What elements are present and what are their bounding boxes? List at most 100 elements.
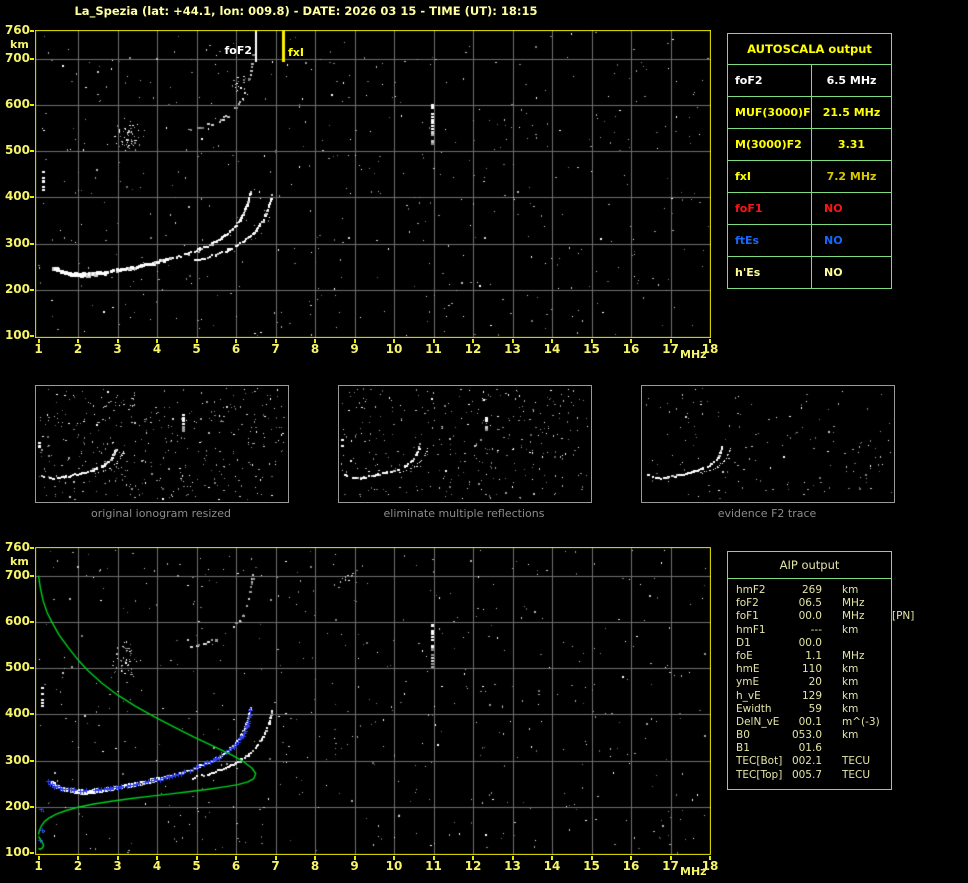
aip-row-extra: [872, 716, 892, 729]
y-axis-tick-label: 500: [4, 660, 30, 675]
aip-row-unit: km: [842, 663, 859, 676]
thumbnail-caption: original ionogram resized: [91, 507, 231, 520]
y-axis-tick-label: 500: [4, 143, 30, 158]
x-axis-tick-label: 4: [152, 342, 162, 356]
axis-tick: [235, 339, 237, 343]
aip-row-label: h_vE: [736, 689, 761, 702]
x-axis-tick-label: 8: [310, 859, 320, 873]
x-axis-tick-label: 14: [543, 342, 561, 356]
axis-tick: [77, 856, 79, 860]
axis-tick: [433, 339, 435, 343]
fof2-annotation-label: foF2: [224, 44, 252, 57]
axis-tick: [77, 339, 79, 343]
axis-tick: [354, 339, 356, 343]
y-axis-tick-label: 100: [4, 845, 30, 859]
autoscala-table-row: M(3000)F2 3.31: [728, 129, 891, 161]
x-axis-tick-label: 11: [425, 859, 442, 873]
y-axis-tick-label: 100: [4, 328, 30, 342]
axis-tick: [30, 103, 34, 106]
y-axis-tick-label: 760: [4, 23, 30, 37]
aip-row-value: 005.7: [791, 768, 822, 781]
autoscala-row-value: NO: [824, 202, 843, 215]
x-axis-tick-label: 7: [271, 859, 280, 873]
axis-tick: [354, 856, 356, 860]
aip-row-label: TEC[Bot]: [736, 755, 783, 768]
axis-tick: [30, 196, 34, 199]
aip-row-label: Ewidth: [736, 702, 772, 715]
axis-tick: [38, 339, 40, 343]
x-axis-unit-label: MHz: [680, 348, 707, 361]
fxi-annotation-label: fxI: [288, 46, 304, 59]
axis-tick: [670, 856, 672, 860]
aip-row-label: foF1: [736, 610, 759, 623]
aip-row-unit: MHz: [842, 649, 865, 662]
y-axis-tick-label: 300: [4, 235, 30, 250]
x-axis-tick-label: 6: [231, 859, 241, 873]
autoscala-table-row: MUF(3000)F2 21.5 MHz: [728, 97, 891, 129]
thumbnail-evidence-f2: [641, 385, 895, 503]
autoscala-row-value: NO: [824, 234, 843, 247]
aip-table-row: h_vE 129 km: [736, 690, 891, 703]
axis-tick: [591, 856, 593, 860]
aip-row-value: 00.0: [798, 610, 822, 623]
y-axis-tick-label: 400: [4, 189, 30, 204]
y-axis-tick-label: 700: [4, 567, 30, 582]
axis-tick: [117, 339, 119, 343]
axis-tick: [591, 339, 593, 343]
autoscala-row-label: fxI: [728, 161, 812, 192]
axis-tick: [709, 339, 711, 343]
y-axis-tick-label: 600: [4, 96, 30, 111]
aip-row-extra: [PN]: [892, 610, 915, 623]
autoscala-row-value: 7.2 MHz: [826, 170, 877, 183]
x-axis-tick-label: 3: [113, 859, 122, 873]
aip-row-label: B0: [736, 729, 750, 742]
x-axis-tick-label: 7: [271, 342, 280, 356]
aip-table-row: foF2 06.5 MHz: [736, 597, 891, 610]
axis-tick: [551, 339, 553, 343]
axis-tick: [630, 339, 632, 343]
autoscala-table-row: foF2 6.5 MHz: [728, 65, 891, 97]
aip-table-row: B1 01.6: [736, 742, 891, 755]
autoscala-row-label: foF2: [728, 65, 812, 96]
aip-row-label: DelN_vE: [736, 715, 780, 728]
aip-row-unit: km: [842, 729, 859, 742]
aip-row-extra: [872, 663, 892, 676]
aip-row-unit: MHz: [842, 597, 865, 610]
autoscala-row-label: foF1: [728, 193, 812, 224]
axis-tick: [512, 856, 514, 860]
aip-row-extra: [872, 690, 892, 703]
aip-row-value: 59: [808, 702, 822, 715]
aip-row-extra: [872, 650, 892, 663]
x-axis-tick-label: 11: [425, 342, 442, 356]
aip-table-row: ymE 20 km: [736, 676, 891, 689]
axis-tick: [30, 242, 34, 245]
x-axis-tick-label: 1: [34, 342, 43, 356]
autoscala-row-label: h'Es: [728, 257, 812, 288]
axis-tick: [30, 574, 34, 577]
axis-tick: [314, 856, 316, 860]
aip-row-value: 110: [801, 663, 822, 676]
aip-row-extra: [872, 584, 892, 597]
autoscala-row-label: ftEs: [728, 225, 812, 256]
aip-row-extra: [872, 624, 892, 637]
aip-row-unit: km: [842, 584, 859, 596]
aip-row-value: 002.1: [791, 755, 822, 768]
aip-row-extra: [872, 742, 892, 755]
axis-tick: [30, 547, 34, 549]
autoscala-row-value: NO: [824, 266, 843, 279]
aip-row-extra: [872, 729, 892, 742]
y-axis-unit-label: km: [10, 555, 29, 568]
autoscala-table-row: h'Es NO: [728, 257, 891, 288]
aip-row-value: 20: [808, 676, 822, 689]
aip-row-label: D1: [736, 636, 751, 649]
aip-row-unit: m^(-3): [842, 715, 880, 728]
aip-row-value: 01.6: [798, 742, 822, 755]
aip-table-row: DelN_vE 00.1 m^(-3): [736, 716, 891, 729]
autoscala-row-label: MUF(3000)F2: [728, 97, 812, 128]
x-axis-tick-label: 10: [385, 342, 403, 356]
axis-tick: [670, 339, 672, 343]
aip-row-unit: TECU: [842, 755, 871, 768]
x-axis-tick-label: 12: [464, 859, 482, 873]
aip-row-extra: [872, 597, 892, 610]
aip-table-row: hmF1 --- km: [736, 624, 891, 637]
